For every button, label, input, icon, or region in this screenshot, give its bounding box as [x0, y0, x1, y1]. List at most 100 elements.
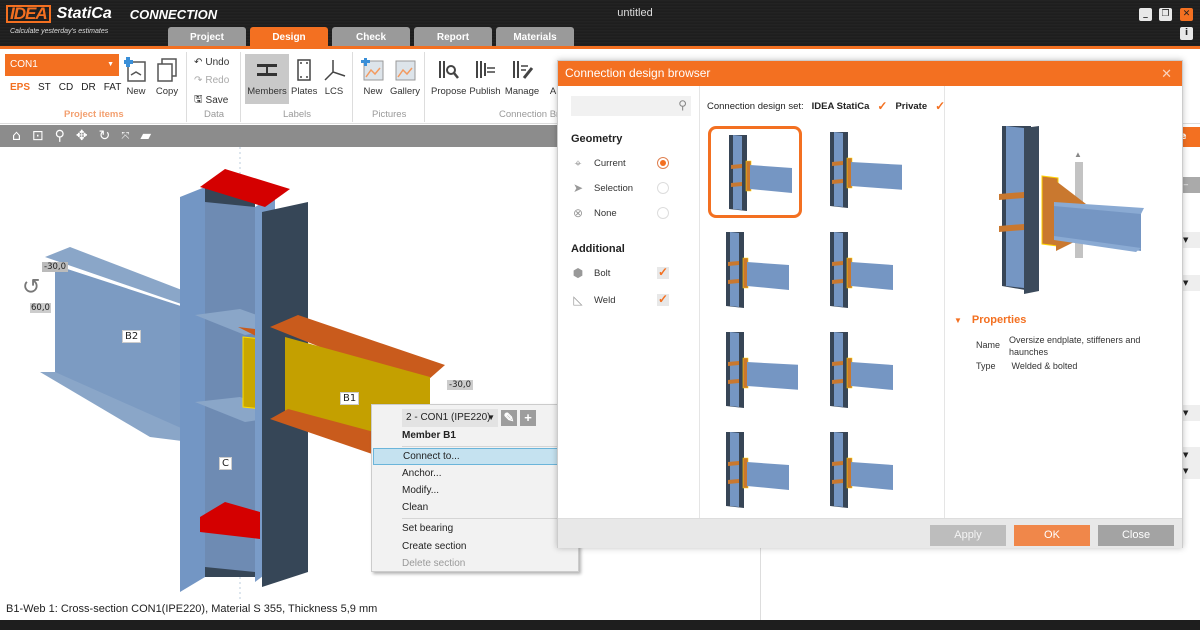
menu-item-clean[interactable]: Clean: [373, 499, 559, 516]
zoom-window-icon[interactable]: ⊡: [32, 128, 44, 144]
geometry-option-none[interactable]: ⊗ None: [571, 205, 691, 221]
additional-option-weld[interactable]: ◺ Weld ✓: [571, 292, 691, 308]
manage-button[interactable]: Manage: [504, 57, 540, 97]
labels-members-button[interactable]: Members: [245, 54, 289, 104]
project-item-select[interactable]: CON1 ▼: [5, 54, 119, 76]
geometry-option-selection[interactable]: ➤ Selection: [571, 180, 691, 196]
checkbox-weld[interactable]: ✓: [657, 293, 669, 306]
new-picture-button[interactable]: New: [360, 57, 386, 97]
additional-option-bolt[interactable]: ⬢ Bolt ✓: [571, 265, 691, 281]
propose-button[interactable]: Propose: [431, 57, 466, 97]
analysis-type-row: EPS ST CD DR FAT: [10, 82, 121, 93]
maximize-button[interactable]: ❐: [1159, 8, 1172, 21]
analysis-st[interactable]: ST: [38, 82, 51, 93]
info-button[interactable]: i: [1180, 27, 1193, 40]
publish-button[interactable]: Publish: [468, 57, 502, 97]
close-window-button[interactable]: ✕: [1180, 8, 1193, 21]
menu-item-connect-to[interactable]: Connect to...: [373, 448, 559, 465]
tab-report[interactable]: Report: [414, 27, 492, 48]
title-bar: IDEA StatiCa CONNECTION Calculate yester…: [0, 0, 1200, 48]
menu-item-anchor[interactable]: Anchor...: [373, 465, 559, 482]
additional-heading: Additional: [571, 243, 625, 255]
tagline: Calculate yesterday's estimates: [10, 28, 109, 35]
option-label: None: [594, 207, 617, 219]
save-label: Save: [205, 95, 229, 106]
gallery-label: Gallery: [389, 86, 421, 97]
tab-project[interactable]: Project: [168, 27, 246, 48]
zoom-extents-icon[interactable]: ⤧: [121, 131, 129, 142]
ribbon-separator: [240, 52, 241, 122]
analysis-eps[interactable]: EPS: [10, 82, 30, 93]
member-label-b1[interactable]: B1: [340, 392, 360, 405]
design-thumbnail[interactable]: [708, 226, 802, 318]
plates-icon: [291, 57, 317, 83]
undo-button[interactable]: ↶ Undo: [194, 57, 229, 68]
radio-none[interactable]: [657, 207, 669, 219]
design-thumbnail[interactable]: [812, 226, 906, 318]
radio-selection[interactable]: [657, 182, 669, 194]
minimize-button[interactable]: _: [1139, 8, 1152, 21]
copy-item-button[interactable]: Copy: [153, 57, 181, 97]
chevron-down-icon: ▼: [107, 61, 114, 68]
analysis-dr[interactable]: DR: [81, 82, 95, 93]
dimension-b1-offset[interactable]: -30,0: [447, 380, 473, 390]
apply-button[interactable]: Apply: [930, 525, 1006, 546]
dimension-b2-offset[interactable]: -30,0: [42, 262, 68, 272]
connection-design-browser-dialog: Connection design browser ✕ ⚲ Geometry ⌖…: [557, 60, 1183, 548]
ribbon-separator: [424, 52, 425, 122]
option-label: Selection: [594, 182, 634, 194]
render-mode-icon[interactable]: ▰: [140, 128, 151, 144]
search-input[interactable]: ⚲: [571, 96, 691, 116]
ok-button[interactable]: OK: [1014, 525, 1090, 546]
cross-section-value: 2 - CON1 (IPE220): [406, 412, 491, 423]
add-section-button[interactable]: +: [520, 410, 536, 426]
cursor-icon: ➤: [572, 181, 584, 195]
menu-item-create-section[interactable]: Create section: [373, 538, 559, 555]
analysis-cd[interactable]: CD: [59, 82, 73, 93]
tab-check[interactable]: Check: [332, 27, 410, 48]
tab-design[interactable]: Design: [250, 27, 328, 48]
gallery-button[interactable]: Gallery: [389, 57, 421, 97]
design-preview-image: [999, 126, 1144, 294]
redo-button[interactable]: ↷ Redo: [194, 75, 229, 86]
copy-icon: [154, 57, 180, 83]
design-thumbnail[interactable]: [708, 326, 802, 418]
labels-lcs-button[interactable]: LCS: [322, 57, 346, 97]
members-icon: [254, 57, 280, 83]
design-thumbnail[interactable]: [812, 426, 906, 518]
properties-heading[interactable]: ▼ Properties: [954, 314, 1026, 326]
close-button[interactable]: Close: [1098, 525, 1174, 546]
menu-item-set-bearing[interactable]: Set bearing: [373, 520, 559, 537]
labels-plates-button[interactable]: Plates: [291, 57, 317, 97]
design-thumbnail[interactable]: [812, 126, 906, 218]
bottom-frame: [0, 620, 1200, 630]
save-button[interactable]: 🖫 Save: [194, 92, 228, 109]
design-thumbnail[interactable]: [708, 426, 802, 518]
tab-materials[interactable]: Materials: [496, 27, 574, 48]
analysis-fat[interactable]: FAT: [104, 82, 122, 93]
member-label-c[interactable]: C: [219, 457, 232, 470]
radio-current[interactable]: [657, 157, 669, 169]
redo-icon: ↷: [194, 75, 203, 86]
geometry-option-current[interactable]: ⌖ Current: [571, 155, 691, 171]
member-label-b2[interactable]: B2: [122, 330, 142, 343]
ribbon-separator: [352, 52, 353, 122]
dialog-close-icon[interactable]: ✕: [1161, 61, 1172, 86]
rotate-icon[interactable]: ↻: [99, 128, 111, 144]
menu-item-modify[interactable]: Modify...: [373, 482, 559, 499]
new-item-button[interactable]: New: [122, 57, 150, 97]
chevron-down-icon: ▼: [487, 413, 495, 422]
edit-section-button[interactable]: ✎: [501, 410, 517, 426]
zoom-icon[interactable]: ⚲: [55, 128, 65, 144]
pan-icon[interactable]: ✥: [76, 128, 88, 144]
design-thumbnail[interactable]: [708, 126, 802, 218]
home-view-icon[interactable]: ⌂: [12, 128, 21, 144]
plates-label: Plates: [291, 86, 318, 97]
crosshair-icon: ⌖: [574, 155, 582, 170]
design-thumbnail[interactable]: [812, 326, 906, 418]
checkbox-bolt[interactable]: ✓: [657, 266, 669, 279]
dimension-b2-rotation[interactable]: 60,0: [30, 303, 51, 313]
search-icon: ⚲: [678, 98, 687, 112]
group-label-connection-browser: Connection Br: [499, 109, 560, 120]
cross-section-select[interactable]: 2 - CON1 (IPE220) ▼: [402, 409, 498, 427]
